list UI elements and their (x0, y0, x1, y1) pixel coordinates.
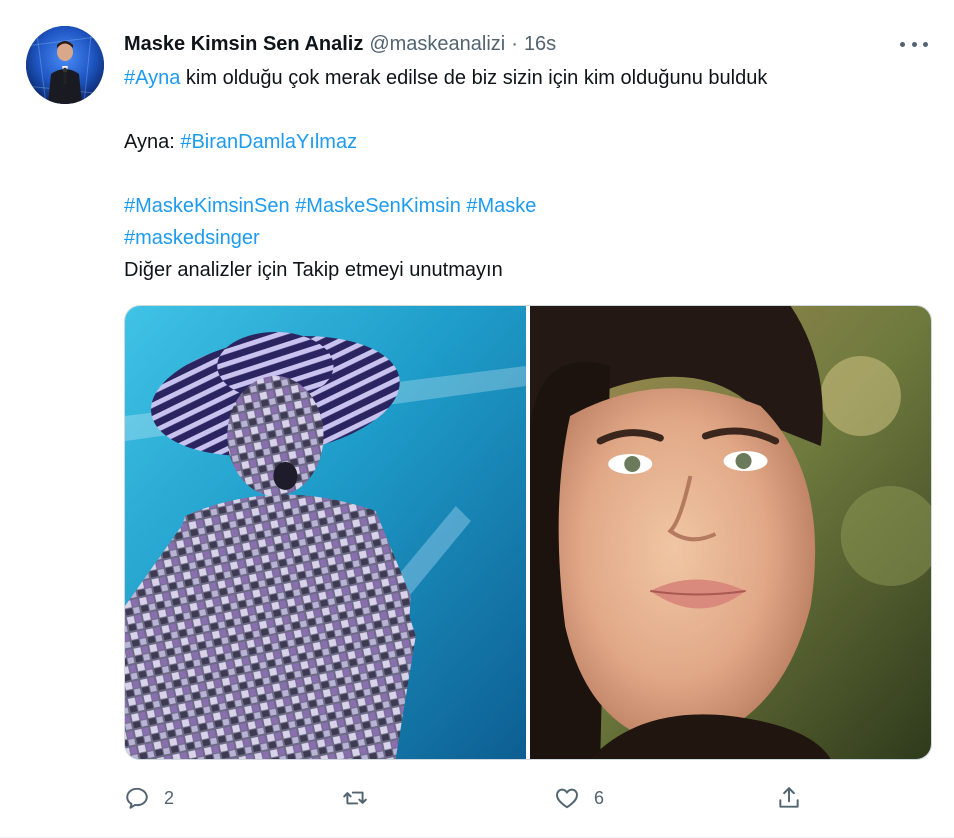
costume-image (125, 306, 526, 759)
reply-button[interactable]: 2 (124, 778, 174, 818)
avatar-image (26, 26, 104, 104)
media-grid (124, 305, 932, 760)
author-handle[interactable]: @maskeanalizi (369, 33, 505, 56)
tweet-text: #Ayna kim olduğu çok merak edilse de biz… (124, 62, 924, 286)
tweet-text-segment: kim olduğu çok merak edilse de biz sizin… (180, 67, 768, 89)
avatar[interactable] (26, 26, 104, 104)
hashtag-maskedsinger[interactable]: #maskedsinger (124, 227, 260, 249)
portrait-image (530, 306, 931, 759)
retweet-button[interactable] (342, 778, 382, 818)
reply-count: 2 (164, 787, 175, 808)
hashtag-birandamlayilmaz[interactable]: #BiranDamlaYılmaz (180, 131, 357, 153)
action-bar: 2 6 (124, 778, 824, 818)
tweet-text-segment: Ayna: (124, 131, 181, 153)
like-icon (556, 788, 578, 809)
tweet: Maske Kimsin Sen Analiz @maskeanalizi · … (0, 0, 954, 838)
hashtag-ayna[interactable]: #Ayna (124, 67, 180, 89)
retweet-icon (343, 791, 367, 805)
media-image-portrait[interactable] (530, 306, 931, 759)
hashtag-maskesenkimsin[interactable]: #MaskeSenKimsin (295, 195, 461, 217)
tweet-line-1: #Ayna kim olduğu çok merak edilse de biz… (124, 62, 924, 94)
share-icon (779, 787, 799, 808)
hashtag-maske[interactable]: #Maske (466, 195, 536, 217)
share-button[interactable] (776, 778, 802, 818)
like-count: 6 (594, 787, 605, 808)
author-name[interactable]: Maske Kimsin Sen Analiz (124, 33, 363, 56)
tweet-line-4: #maskedsinger (124, 222, 924, 254)
tweet-text-segment: Diğer analizler için Takip etmeyi unutma… (124, 259, 503, 281)
like-button[interactable]: 6 (554, 778, 604, 818)
media-image-costume[interactable] (125, 306, 526, 759)
tweet-line-3: #MaskeKimsinSen #MaskeSenKimsin #Maske (124, 190, 924, 222)
tweet-line-5: Diğer analizler için Takip etmeyi unutma… (124, 254, 924, 286)
tweet-line-2: Ayna: #BiranDamlaYılmaz (124, 126, 924, 158)
more-icon[interactable] (900, 34, 928, 54)
tweet-time[interactable]: 16s (524, 33, 556, 56)
separator-dot: · (511, 32, 518, 55)
reply-icon (126, 787, 148, 809)
tweet-header: Maske Kimsin Sen Analiz @maskeanalizi · … (124, 30, 556, 58)
hashtag-maskekimsinsen[interactable]: #MaskeKimsinSen (124, 195, 290, 217)
